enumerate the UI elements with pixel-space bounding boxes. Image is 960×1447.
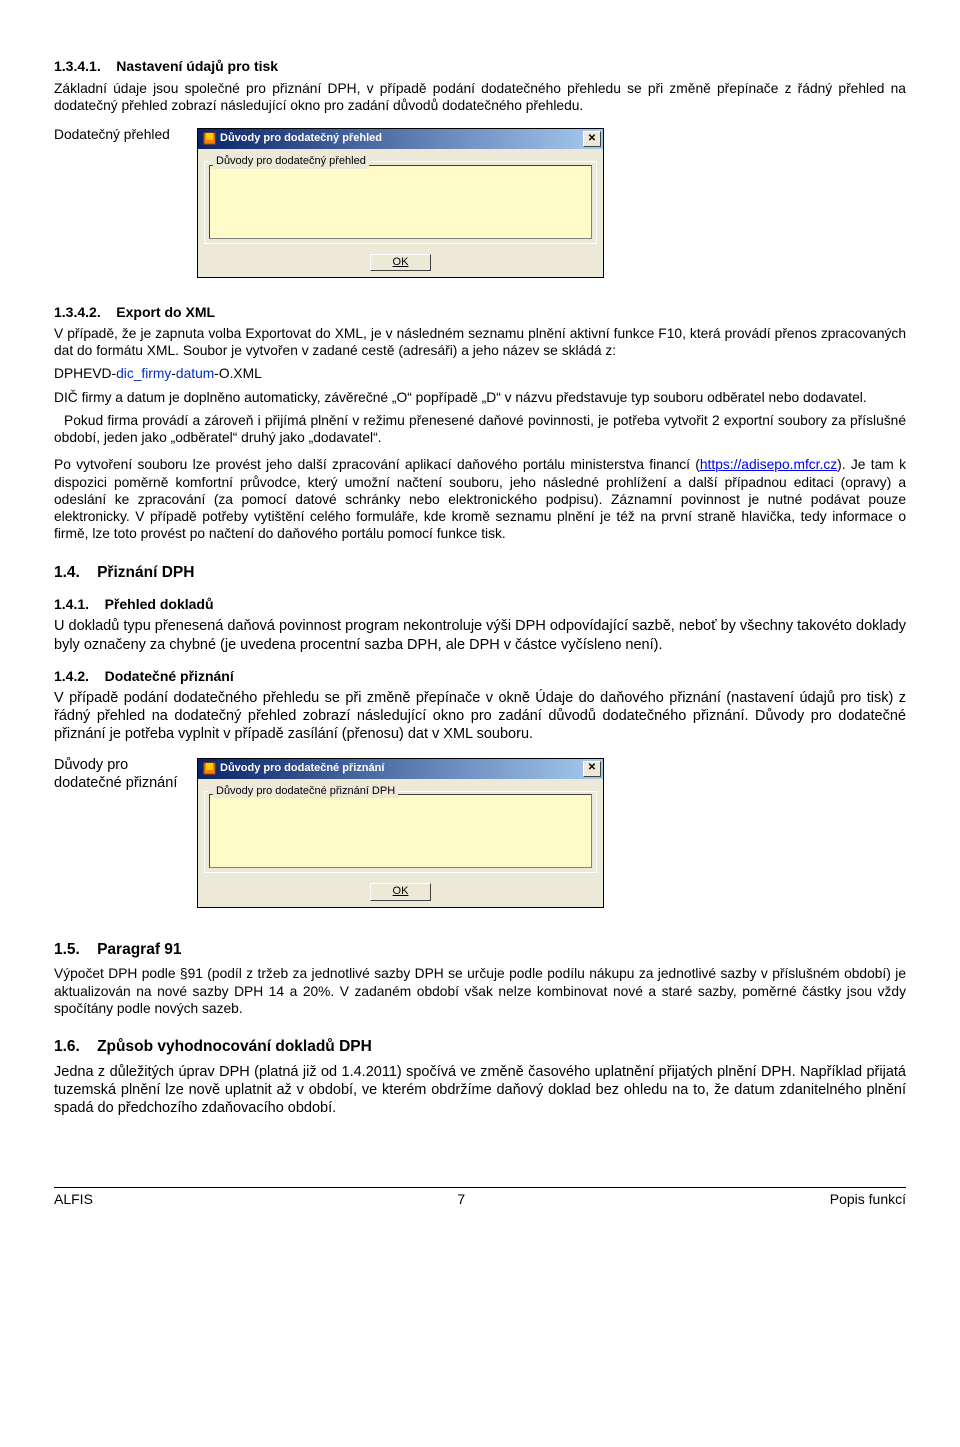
dialog-titlebar[interactable]: Důvody pro dodatečný přehled ✕ (198, 129, 603, 149)
heading-num: 1.3.4.1. (54, 58, 101, 74)
para-16: Jedna z důležitých úprav DPH (platná již… (54, 1063, 906, 1117)
filename-part: DPHEVD- (54, 366, 116, 381)
heading-num: 1.5. (54, 941, 80, 958)
dialog-duvody-priznani: Důvody pro dodatečné přiznání ✕ Důvody p… (197, 758, 604, 909)
heading-title: Dodatečné přiznání (105, 668, 234, 684)
para-15: Výpočet DPH podle §91 (podíl z tržeb za … (54, 965, 906, 1017)
app-icon (202, 132, 216, 146)
heading-title: Paragraf 91 (97, 941, 181, 958)
heading-num: 1.4. (54, 564, 80, 581)
groupbox-legend: Důvody pro dodatečný přehled (213, 155, 369, 169)
para-1342c: Pokud firma provádí a zároveň i přijímá … (54, 412, 906, 446)
heading-num: 1.6. (54, 1038, 80, 1055)
footer-left: ALFIS (54, 1191, 93, 1209)
page-footer: ALFIS 7 Popis funkcí (54, 1187, 906, 1209)
footer-right: Popis funkcí (830, 1191, 906, 1209)
dialog-title: Důvody pro dodatečný přehled (220, 132, 382, 146)
filename-part: -O.XML (214, 366, 262, 381)
groupbox-legend: Důvody pro dodatečné přiznání DPH (213, 785, 398, 799)
text-fragment: Po vytvoření souboru lze provést jeho da… (54, 457, 700, 472)
heading-title: Export do XML (116, 304, 215, 320)
heading-title: Nastavení údajů pro tisk (116, 58, 278, 74)
para-142: V případě podání dodatečného přehledu se… (54, 689, 906, 743)
heading-num: 1.3.4.2. (54, 304, 101, 320)
para-1342b: DIČ firmy a datum je doplněno automatick… (54, 389, 906, 406)
reasons-textarea[interactable] (209, 165, 592, 239)
link-adisepo[interactable]: https://adisepo.mfcr.cz (700, 457, 837, 472)
dialog-duvody-prehled: Důvody pro dodatečný přehled ✕ Důvody pr… (197, 128, 604, 279)
ok-button[interactable]: OK (370, 883, 432, 901)
label-dodatecne-priznani: Důvody pro dodatečné přiznání (54, 754, 179, 792)
para-1342a: V případě, že je zapnuta volba Exportova… (54, 325, 906, 359)
filename-pattern: DPHEVD-dic_firmy-datum-O.XML (54, 365, 906, 382)
ok-button[interactable]: OK (370, 254, 432, 272)
heading-15: 1.5. Paragraf 91 (54, 940, 906, 959)
dialog-titlebar[interactable]: Důvody pro dodatečné přiznání ✕ (198, 759, 603, 779)
reasons-textarea[interactable] (209, 794, 592, 868)
heading-title: Způsob vyhodnocování dokladů DPH (97, 1038, 372, 1055)
heading-142: 1.4.2. Dodatečné přiznání (54, 668, 906, 686)
filename-datum: datum (176, 366, 214, 381)
label-dodatecny-prehled: Dodatečný přehled (54, 124, 179, 143)
footer-page: 7 (93, 1191, 830, 1209)
para-1342d: Po vytvoření souboru lze provést jeho da… (54, 456, 906, 542)
heading-14: 1.4. Přiznání DPH (54, 563, 906, 582)
heading-num: 1.4.2. (54, 668, 89, 684)
dialog-title: Důvody pro dodatečné přiznání (220, 762, 384, 776)
para-1341: Základní údaje jsou společné pro přiznán… (54, 80, 906, 114)
heading-title: Přiznání DPH (97, 564, 194, 581)
close-icon[interactable]: ✕ (583, 131, 601, 147)
heading-title: Přehled dokladů (105, 596, 214, 612)
close-icon[interactable]: ✕ (583, 761, 601, 777)
heading-16: 1.6. Způsob vyhodnocování dokladů DPH (54, 1037, 906, 1056)
app-icon (202, 762, 216, 776)
heading-141: 1.4.1. Přehled dokladů (54, 596, 906, 614)
para-141: U dokladů typu přenesená daňová povinnos… (54, 617, 906, 653)
heading-num: 1.4.1. (54, 596, 89, 612)
filename-dic: dic_firmy (116, 366, 171, 381)
heading-1342: 1.3.4.2. Export do XML (54, 304, 906, 322)
heading-1341: 1.3.4.1. Nastavení údajů pro tisk (54, 58, 906, 76)
